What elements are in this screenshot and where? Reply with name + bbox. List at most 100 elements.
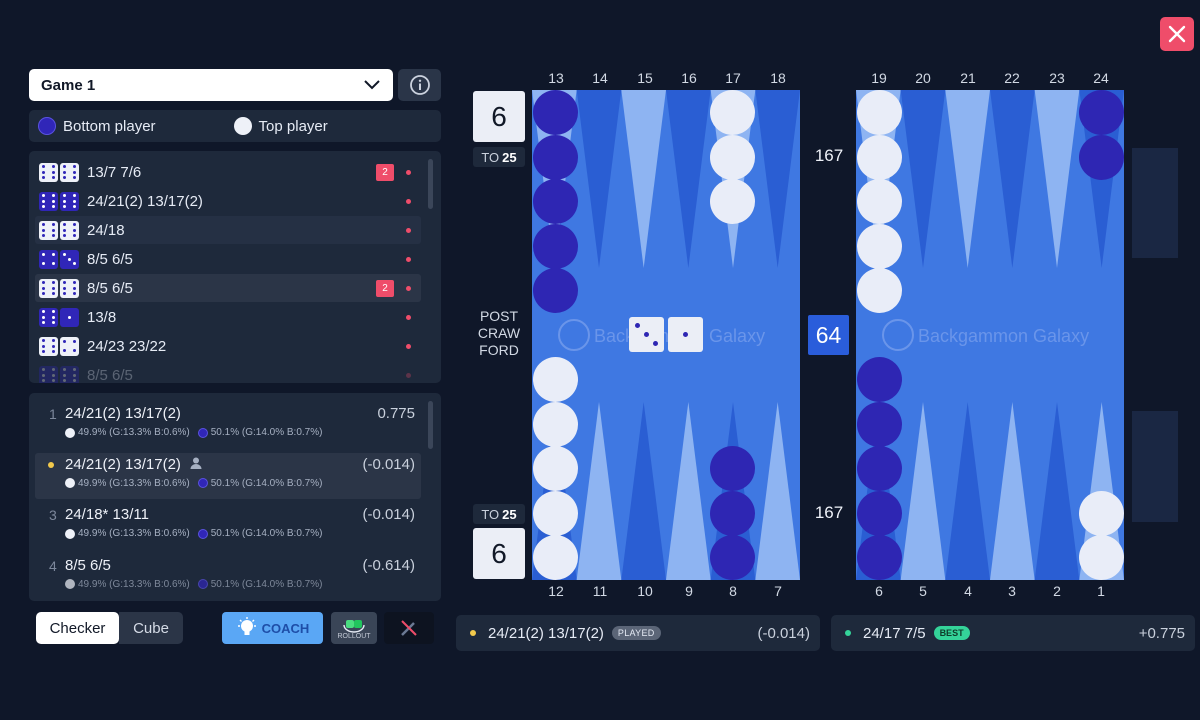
analysis-row[interactable]: 4 8/5 6/5 (-0.614) 49.9% (G:13.3% B:0.6%) 50… (35, 554, 421, 600)
white-checker[interactable] (856, 90, 902, 135)
bottom-player-dot (38, 117, 56, 135)
analysis-row[interactable]: 3 24/18* 13/11 (-0.014) 49.9% (G:13.3% B:0.… (35, 503, 421, 549)
analysis-stats: 49.9% (G:13.3% B:0.6%) 50.1% (G:14.0% B:0… (65, 579, 322, 590)
move-list-item[interactable]: 8/5 6/5 2 (35, 274, 421, 302)
bottom-player-label: Bottom player (63, 117, 156, 135)
white-checker[interactable] (532, 490, 578, 536)
point-triangle (1034, 90, 1080, 268)
move-list-item[interactable]: 8/5 6/5 (35, 361, 421, 383)
analysis-row[interactable]: 1 24/21(2) 13/17(2) 0.775 49.9% (G:13.3% B:… (35, 402, 421, 448)
galaxy-logo-icon (558, 319, 590, 351)
blue-checker[interactable] (532, 134, 578, 180)
tab-cube[interactable]: Cube (119, 612, 183, 644)
to-25-top: TO 25 (473, 147, 525, 167)
blue-checker[interactable] (532, 179, 578, 224)
blue-checker[interactable] (710, 490, 755, 536)
move-list-scrollbar[interactable] (428, 159, 433, 209)
blue-stat-dot (197, 579, 208, 589)
move-dice (39, 220, 79, 240)
point-number-bottom: 11 (592, 583, 608, 599)
white-stat: 49.9% (G:13.3% B:0.6%) (78, 528, 190, 539)
point-triangle (666, 402, 711, 580)
white-stat-dot (65, 478, 75, 488)
point-triangle (755, 90, 800, 268)
point-number-top: 13 (548, 70, 564, 86)
point-triangle (621, 90, 666, 268)
move-list[interactable]: 13/7 7/6 2 24/21(2) 13/17(2) 24/18 8/5 6/5 8/… (29, 151, 441, 383)
point-triangle (621, 402, 666, 580)
info-button[interactable] (398, 69, 441, 101)
point-number-bottom: 12 (548, 583, 564, 599)
blue-checker[interactable] (710, 535, 755, 580)
played-value: (-0.014) (757, 624, 810, 642)
white-checker[interactable] (710, 134, 755, 180)
white-checker[interactable] (856, 268, 902, 313)
point-number-top: 14 (592, 70, 608, 86)
blue-checker[interactable] (532, 268, 578, 313)
blue-checker[interactable] (710, 446, 755, 491)
blue-checker[interactable] (856, 357, 902, 402)
point-number-bottom: 3 (1008, 583, 1016, 599)
blue-checker[interactable] (1078, 90, 1124, 135)
white-checker[interactable] (856, 223, 902, 269)
blue-checker[interactable] (856, 535, 902, 580)
blue-checker[interactable] (856, 446, 902, 491)
move-list-item[interactable]: 24/21(2) 13/17(2) (35, 187, 421, 215)
bear-off-tray-bottom (1132, 411, 1178, 522)
blue-checker[interactable] (856, 490, 902, 536)
lightbulb-icon (237, 617, 256, 635)
move-list-item[interactable]: 13/7 7/6 2 (35, 158, 421, 186)
analysis-rank: 4 (49, 557, 57, 574)
white-checker[interactable] (532, 401, 578, 447)
blue-checker[interactable] (532, 90, 578, 135)
rollout-button[interactable]: ROLLOUT (331, 612, 377, 644)
analysis-list[interactable]: 1 24/21(2) 13/17(2) 0.775 49.9% (G:13.3% B:… (29, 393, 441, 601)
die-icon (60, 307, 79, 327)
analysis-stats: 49.9% (G:13.3% B:0.6%) 50.1% (G:14.0% B:0… (65, 478, 322, 489)
white-checker[interactable] (710, 179, 755, 224)
white-stat-dot (65, 528, 75, 539)
move-error-dot (406, 256, 411, 262)
point-triangle (576, 402, 622, 580)
move-list-item[interactable]: 13/8 (35, 303, 421, 331)
die-icon (39, 191, 58, 211)
analysis-move-text: 24/18* 13/11 (65, 506, 149, 523)
move-list-item[interactable]: 24/23 23/22 (35, 332, 421, 360)
white-checker[interactable] (532, 357, 578, 402)
white-checker[interactable] (856, 134, 902, 180)
white-checker[interactable] (1078, 490, 1124, 536)
blue-checker[interactable] (532, 223, 578, 269)
move-list-item[interactable]: 24/18 (35, 216, 421, 244)
point-number-top: 24 (1093, 70, 1109, 86)
analysis-move: 24/18* 13/11 (65, 506, 149, 523)
blue-checker[interactable] (856, 401, 902, 447)
blue-stat-dot (197, 427, 208, 438)
move-error-dot (406, 227, 411, 233)
move-error-dot (406, 343, 411, 349)
move-dice (39, 278, 79, 298)
white-checker[interactable] (710, 90, 755, 135)
blue-stat-dot (197, 478, 208, 488)
blue-checker[interactable] (1078, 134, 1124, 180)
white-checker[interactable] (532, 446, 578, 491)
move-list-item[interactable]: 8/5 6/5 (35, 245, 421, 273)
die-icon (60, 191, 79, 211)
doubling-cube[interactable]: 64 (808, 315, 849, 355)
coach-label: COACH (261, 620, 310, 636)
move-error-dot (406, 372, 411, 378)
board-die[interactable] (668, 317, 703, 352)
tab-checker[interactable]: Checker (36, 612, 119, 644)
analysis-row[interactable]: 24/21(2) 13/17(2) (-0.014) 49.9% (G:13.3% … (35, 452, 421, 499)
white-checker[interactable] (856, 179, 902, 224)
point-triangle (755, 402, 800, 580)
close-button[interactable] (1160, 17, 1194, 51)
move-dice (39, 249, 79, 269)
game-select[interactable]: Game 1 (29, 69, 393, 101)
white-checker[interactable] (532, 535, 578, 580)
white-checker[interactable] (1078, 535, 1124, 580)
board-die[interactable] (629, 317, 664, 352)
coach-button[interactable]: COACH (222, 612, 323, 644)
played-tag: PLAYED (611, 626, 661, 640)
hide-hints-button[interactable] (384, 612, 434, 644)
analysis-scrollbar[interactable] (428, 401, 433, 449)
